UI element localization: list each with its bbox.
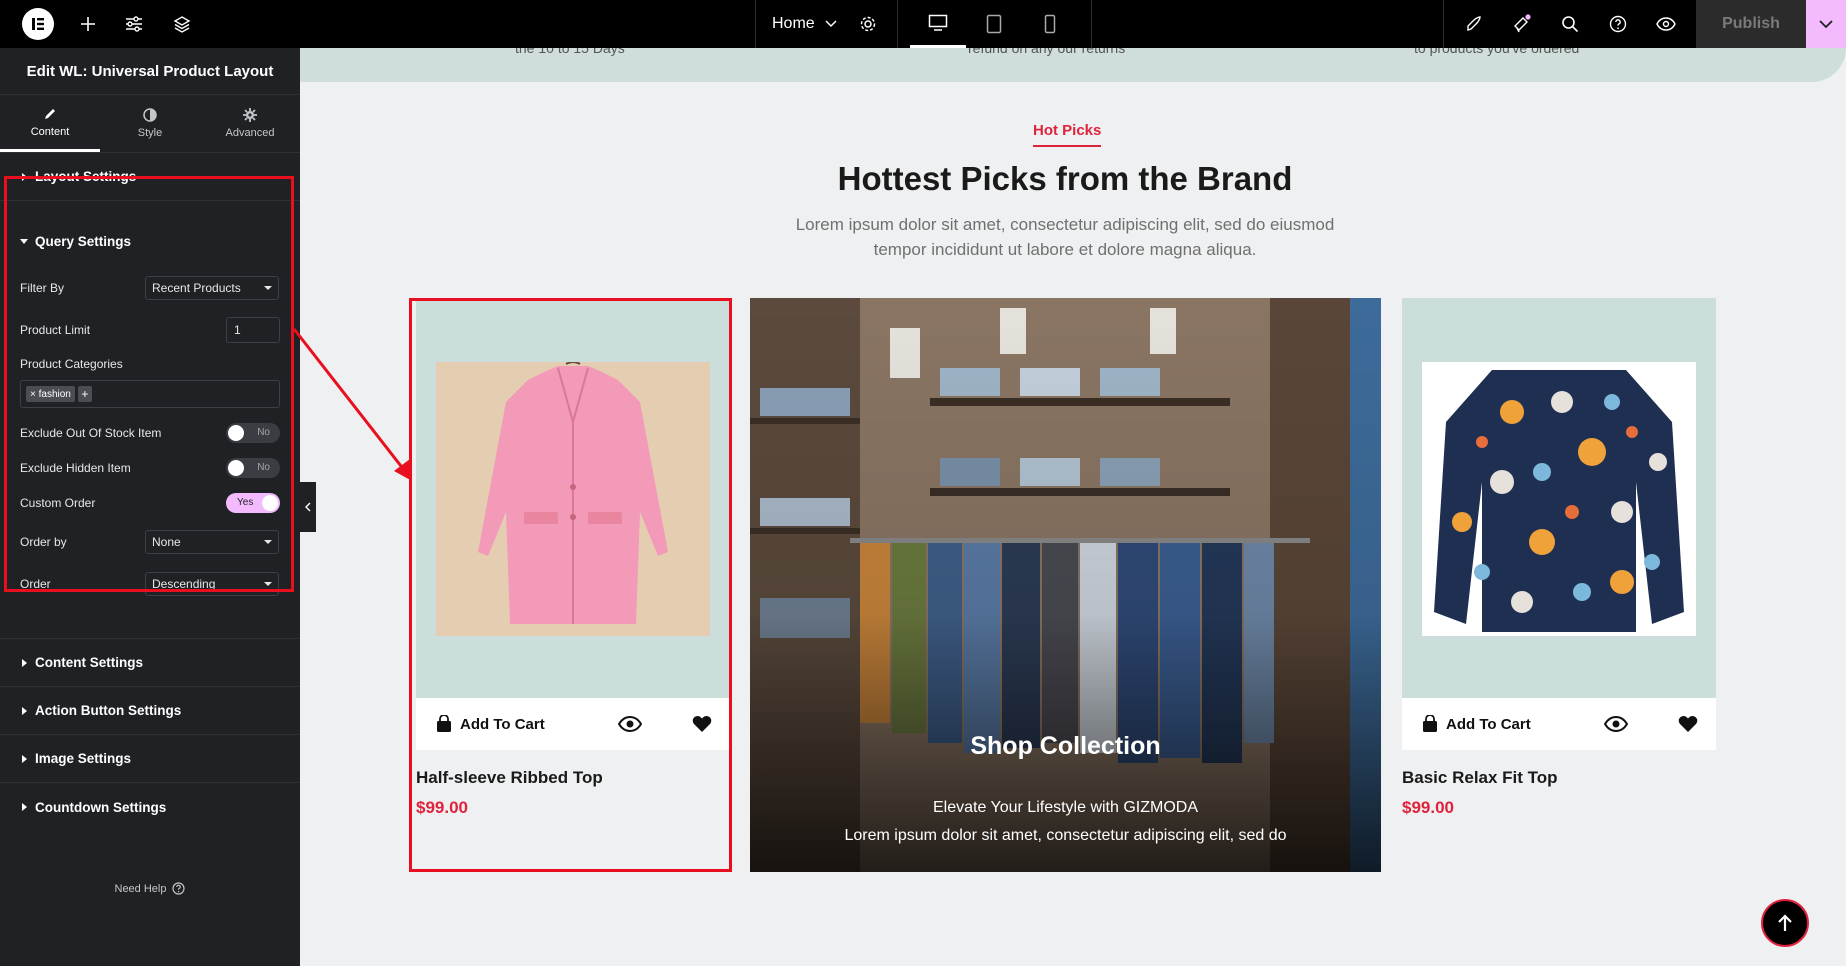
subtitle-line: tempor incididunt ut labore et dolore ma…: [873, 240, 1257, 259]
panel-sections-lower: Content Settings Action Button Settings …: [0, 638, 300, 831]
caret-right-icon: [22, 658, 27, 667]
add-element-icon[interactable]: [72, 0, 104, 48]
arrow-up-icon: [1778, 914, 1792, 931]
help-question-icon[interactable]: [1602, 0, 1634, 48]
collection-line: Lorem ipsum dolor sit amet, consectetur …: [844, 827, 1287, 844]
tab-style-label: Style: [137, 127, 163, 139]
search-icon[interactable]: [1554, 0, 1586, 48]
subtitle-line: Lorem ipsum dolor sit amet, consectetur …: [795, 215, 1335, 234]
section-image-settings[interactable]: Image Settings: [0, 735, 300, 783]
caret-right-icon: [22, 803, 27, 811]
promo-text-right: to products you've ordered: [1414, 48, 1580, 56]
section-subtitle: Lorem ipsum dolor sit amet, consectetur …: [300, 212, 1830, 262]
help-circle-icon: [172, 882, 186, 895]
product-image-area[interactable]: [1402, 298, 1716, 698]
section-label: Action Button Settings: [35, 703, 182, 718]
caret-right-icon: [22, 754, 27, 763]
chevron-down-icon: [1819, 19, 1833, 28]
scroll-to-top-button[interactable]: [1761, 899, 1809, 947]
shopping-bag-icon: [1423, 715, 1437, 732]
clothing-store-image: [750, 298, 1381, 872]
section-heading: Hottest Picks from the Brand: [837, 160, 1293, 197]
collection-title: Shop Collection: [970, 732, 1161, 760]
promo-strip: the 10 to 15 Days refund on any our retu…: [300, 48, 1846, 82]
section-label: Image Settings: [35, 751, 132, 766]
section-label: Countdown Settings: [35, 799, 167, 815]
section-countdown-settings[interactable]: Countdown Settings: [0, 783, 300, 831]
add-to-cart-label: Add To Cart: [1446, 715, 1531, 733]
tab-content[interactable]: Content: [0, 95, 100, 152]
tablet-view-icon[interactable]: [966, 0, 1022, 48]
tab-style[interactable]: Style: [100, 95, 200, 152]
desktop-view-icon[interactable]: [910, 0, 966, 48]
wishlist-heart-icon[interactable]: [1678, 715, 1698, 733]
chevron-down-icon: [825, 20, 837, 28]
product-action-bar: Add To Cart: [1402, 698, 1716, 750]
notifications-megaphone-icon[interactable]: [1506, 0, 1538, 48]
elementor-logo-icon[interactable]: [22, 8, 54, 40]
tab-advanced-label: Advanced: [225, 127, 275, 139]
publish-button[interactable]: Publish: [1696, 0, 1806, 48]
panel-tabs: Content Style Advanced: [0, 95, 300, 153]
structure-layers-icon[interactable]: [166, 0, 198, 48]
site-settings-icon[interactable]: [118, 0, 150, 48]
caret-right-icon: [22, 706, 27, 715]
promo-text-middle: refund on any our returns: [968, 48, 1126, 56]
top-bar: Home Publish: [0, 0, 1846, 48]
gear-icon: [243, 108, 257, 122]
panel-title: Edit WL: Universal Product Layout: [0, 48, 300, 95]
pencil-icon: [45, 108, 55, 119]
section-tagline: Hot Picks: [1033, 122, 1102, 147]
mobile-view-icon[interactable]: [1022, 0, 1078, 48]
contrast-icon: [143, 108, 157, 122]
page-settings-gear-icon[interactable]: [852, 0, 884, 48]
promo-text-left: the 10 to 15 Days: [515, 48, 625, 56]
tab-advanced[interactable]: Advanced: [200, 95, 300, 152]
section-label: Content Settings: [35, 655, 143, 670]
shop-collection-banner[interactable]: Shop Collection Elevate Your Lifestyle w…: [750, 298, 1381, 872]
product-price: $99.00: [1402, 798, 1454, 817]
quick-view-eye-icon[interactable]: [1604, 716, 1628, 732]
need-help-link[interactable]: Need Help: [0, 882, 300, 895]
collection-line: Elevate Your Lifestyle with GIZMODA: [933, 799, 1198, 816]
section-content-settings[interactable]: Content Settings: [0, 639, 300, 687]
collection-description: Elevate Your Lifestyle with GIZMODA Lore…: [750, 794, 1381, 850]
publish-options-button[interactable]: [1806, 0, 1846, 48]
add-to-cart-button[interactable]: Add To Cart: [1422, 715, 1531, 733]
rocket-icon[interactable]: [1458, 0, 1490, 48]
need-help-label: Need Help: [114, 882, 167, 895]
preview-eye-icon[interactable]: [1650, 0, 1682, 48]
page-selector[interactable]: Home: [772, 0, 837, 48]
page-selector-label: Home: [772, 15, 815, 32]
annotation-arrow: [292, 328, 412, 481]
product-card-highlight: [409, 298, 732, 872]
product-name[interactable]: Basic Relax Fit Top: [1402, 768, 1558, 788]
section-action-button-settings[interactable]: Action Button Settings: [0, 687, 300, 735]
query-settings-highlight: [4, 176, 294, 592]
tab-content-label: Content: [30, 125, 70, 138]
product-card[interactable]: Add To Cart Basic Relax Fit Top $99.00: [1402, 298, 1716, 817]
floral-shirt-product-image: [1422, 362, 1696, 636]
